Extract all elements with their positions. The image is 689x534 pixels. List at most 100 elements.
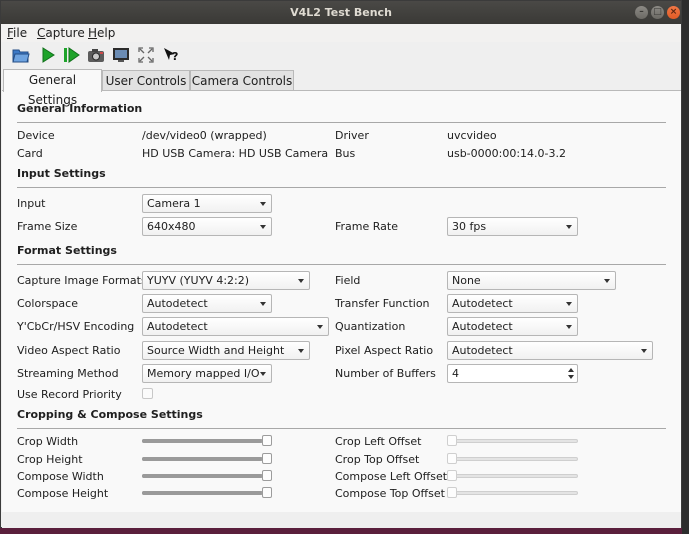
chevron-down-icon xyxy=(566,225,572,229)
compose-width-slider[interactable] xyxy=(142,470,272,482)
chevron-down-icon xyxy=(260,202,266,206)
chevron-down-icon xyxy=(298,349,304,353)
general-settings-panel: General Information Device /dev/video0 (… xyxy=(2,90,681,512)
menu-capture[interactable]: Capture xyxy=(37,26,85,40)
card-value: HD USB Camera: HD USB Camera xyxy=(142,147,329,160)
tab-camera-controls[interactable]: Camera Controls xyxy=(190,70,294,91)
device-value: /dev/video0 (wrapped) xyxy=(142,129,267,142)
tab-user-controls[interactable]: User Controls xyxy=(102,70,190,91)
crop-height-label: Crop Height xyxy=(17,453,83,466)
device-label: Device xyxy=(17,129,55,142)
divider xyxy=(17,187,666,188)
slider-handle[interactable] xyxy=(447,470,457,481)
snapshot-camera-icon[interactable] xyxy=(87,46,105,64)
buffers-label: Number of Buffers xyxy=(335,367,436,380)
crop-left-offset-label: Crop Left Offset xyxy=(335,435,422,448)
field-label: Field xyxy=(335,274,361,287)
fullscreen-icon[interactable] xyxy=(137,46,155,64)
input-select[interactable]: Camera 1 xyxy=(142,194,272,213)
chevron-down-icon xyxy=(566,325,572,329)
chevron-down-icon xyxy=(604,279,610,283)
pixel-aspect-label: Pixel Aspect Ratio xyxy=(335,344,434,357)
menu-file[interactable]: File xyxy=(7,26,27,40)
menu-help[interactable]: Help xyxy=(88,26,115,40)
spin-up-icon[interactable] xyxy=(568,368,574,372)
driver-label: Driver xyxy=(335,129,369,142)
frame-rate-label: Frame Rate xyxy=(335,220,398,233)
chevron-down-icon xyxy=(566,302,572,306)
compose-top-offset-slider[interactable] xyxy=(447,487,578,499)
title-bar[interactable]: V4L2 Test Bench – □ × xyxy=(1,1,681,24)
streaming-method-select[interactable]: Memory mapped I/O xyxy=(142,364,272,383)
desktop-background xyxy=(682,0,689,534)
colorspace-select[interactable]: Autodetect xyxy=(142,294,272,313)
crop-left-offset-slider[interactable] xyxy=(447,435,578,447)
record-priority-checkbox[interactable] xyxy=(142,388,153,399)
input-label: Input xyxy=(17,197,46,210)
tab-general-settings[interactable]: General Settings xyxy=(3,69,102,107)
video-aspect-label: Video Aspect Ratio xyxy=(17,344,121,357)
status-bar xyxy=(2,512,681,528)
slider-handle[interactable] xyxy=(447,453,457,464)
compose-width-label: Compose Width xyxy=(17,470,104,483)
frame-size-label: Frame Size xyxy=(17,220,78,233)
pixel-aspect-select[interactable]: Autodetect xyxy=(447,341,653,360)
frame-size-select[interactable]: 640x480 xyxy=(142,217,272,236)
video-aspect-select[interactable]: Source Width and Height xyxy=(142,341,310,360)
close-button[interactable]: × xyxy=(667,6,680,19)
crop-top-offset-slider[interactable] xyxy=(447,453,578,465)
quantization-label: Quantization xyxy=(335,320,406,333)
slider-handle[interactable] xyxy=(262,470,272,481)
slider-handle[interactable] xyxy=(262,453,272,464)
chevron-down-icon xyxy=(260,302,266,306)
record-priority-label: Use Record Priority xyxy=(17,388,122,401)
step-capture-icon[interactable] xyxy=(62,46,80,64)
crop-width-slider[interactable] xyxy=(142,435,272,447)
capture-formats-label: Capture Image Formats xyxy=(17,274,147,287)
cropping-heading: Cropping & Compose Settings xyxy=(17,408,203,421)
slider-handle[interactable] xyxy=(262,487,272,498)
transfer-function-select[interactable]: Autodetect xyxy=(447,294,578,313)
compose-left-offset-label: Compose Left Offset xyxy=(335,470,448,483)
crop-height-slider[interactable] xyxy=(142,453,272,465)
open-file-icon[interactable] xyxy=(12,46,30,64)
whats-this-help-icon[interactable]: ? xyxy=(162,46,180,64)
minimize-button[interactable]: – xyxy=(635,6,648,19)
card-label: Card xyxy=(17,147,43,160)
svg-text:?: ? xyxy=(172,50,178,63)
divider xyxy=(17,122,666,123)
slider-handle[interactable] xyxy=(447,487,457,498)
maximize-button[interactable]: □ xyxy=(651,6,664,19)
chevron-down-icon xyxy=(317,325,323,329)
capture-formats-select[interactable]: YUYV (YUYV 4:2:2) xyxy=(142,271,310,290)
chevron-down-icon xyxy=(641,349,647,353)
menu-bar: File Capture Help xyxy=(1,24,681,42)
buffers-spinbox[interactable]: 4 xyxy=(447,364,578,383)
slider-handle[interactable] xyxy=(262,435,272,446)
driver-value: uvcvideo xyxy=(447,129,497,142)
slider-handle[interactable] xyxy=(447,435,457,446)
frame-rate-select[interactable]: 30 fps xyxy=(447,217,578,236)
chevron-down-icon xyxy=(260,372,266,376)
streaming-method-label: Streaming Method xyxy=(17,367,119,380)
bus-label: Bus xyxy=(335,147,356,160)
display-icon[interactable] xyxy=(112,46,130,64)
input-settings-heading: Input Settings xyxy=(17,167,106,180)
ycbcr-encoding-label: Y'CbCr/HSV Encoding xyxy=(17,320,135,333)
transfer-function-label: Transfer Function xyxy=(335,297,430,310)
compose-height-label: Compose Height xyxy=(17,487,109,500)
divider xyxy=(17,428,666,429)
quantization-select[interactable]: Autodetect xyxy=(447,317,578,336)
spin-down-icon[interactable] xyxy=(568,375,574,379)
field-select[interactable]: None xyxy=(447,271,616,290)
toolbar: ? xyxy=(1,42,681,68)
chevron-down-icon xyxy=(298,279,304,283)
ycbcr-encoding-select[interactable]: Autodetect xyxy=(142,317,329,336)
start-capture-icon[interactable] xyxy=(39,46,57,64)
divider xyxy=(17,264,666,265)
compose-height-slider[interactable] xyxy=(142,487,272,499)
compose-left-offset-slider[interactable] xyxy=(447,470,578,482)
crop-top-offset-label: Crop Top Offset xyxy=(335,453,420,466)
bus-value: usb-0000:00:14.0-3.2 xyxy=(447,147,567,160)
window-title: V4L2 Test Bench xyxy=(290,6,392,19)
